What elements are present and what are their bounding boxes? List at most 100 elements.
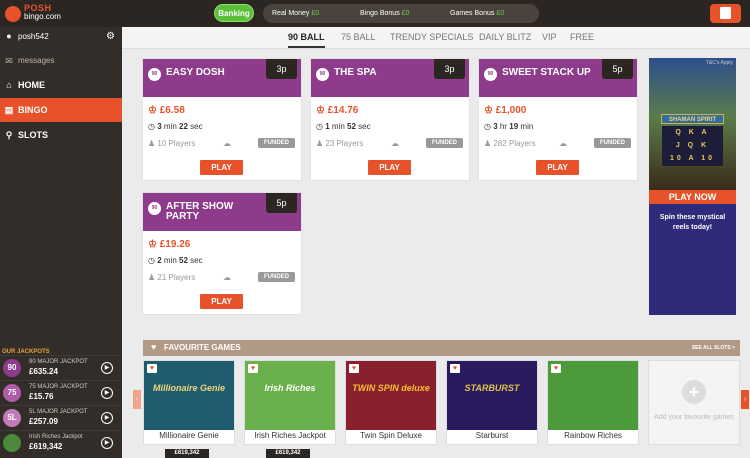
user-icon: ●: [6, 31, 12, 41]
balances-bar[interactable]: Real Money £0 Bingo Bonus £0 Games Bonus…: [263, 4, 539, 23]
play-button[interactable]: PLAY: [200, 294, 243, 309]
tab-vip[interactable]: VIP: [542, 27, 557, 48]
banking-button[interactable]: Banking: [214, 4, 254, 22]
messages-label: messages: [18, 56, 55, 65]
favourite-game-tile[interactable]: TWIN SPIN deluxe ♥ Twin Spin Deluxe: [345, 360, 437, 445]
heart-icon: ♥: [151, 342, 157, 352]
promo-tagline: Spin these mystical reels today!: [659, 214, 726, 231]
play-now-button[interactable]: PLAY NOW: [649, 190, 736, 204]
messages-link[interactable]: ✉ messages: [0, 56, 122, 68]
tab-trendy-specials[interactable]: TRENDY SPECIALS: [390, 27, 473, 48]
favourite-game-tile[interactable]: Irish Riches ♥ Irish Riches Jackpot: [244, 360, 336, 445]
favourite-game-tile[interactable]: Millionaire Genie ♥ Millionaire Genie: [143, 360, 235, 445]
game-name: Starburst: [475, 431, 509, 440]
funded-badge: FUNDED: [258, 138, 295, 148]
room-start-time: ◷ 2 min 52 sec: [148, 256, 203, 265]
tab-free[interactable]: FREE: [570, 27, 594, 48]
players-icon: ♟: [484, 139, 492, 148]
games-bonus-balance: Games Bonus £0: [450, 10, 505, 17]
tab-75-ball[interactable]: 75 BALL: [341, 27, 376, 48]
jackpot-row[interactable]: 5L 5L MAJOR JACKPOT £257.09 ▶: [0, 405, 122, 429]
promo-banner[interactable]: T&C's Apply SHAMAN SPIRIT Q K AJ Q K 10 A…: [649, 58, 736, 315]
trophy-icon: ♔: [148, 105, 157, 116]
jackpot-badge: 90: [3, 359, 21, 377]
game-jackpot-badge: £619,342: [165, 449, 209, 458]
play-button[interactable]: PLAY: [536, 160, 579, 175]
promo-terms[interactable]: T&C's Apply: [706, 60, 733, 66]
bingo-room-card: 90 SWEET STACK UP 5p ♔ £1,000 ◷ 3 hr 19 min ♟…: [478, 58, 638, 181]
see-all-slots-link[interactable]: SEE ALL SLOTS >: [692, 345, 735, 351]
game-logo-art: TWIN SPIN deluxe: [352, 383, 430, 393]
players-icon: ♟: [148, 273, 156, 282]
play-circle-icon[interactable]: ▶: [101, 412, 113, 424]
room-jackpot: ♔ £19.26: [148, 239, 191, 250]
nav-home-label: HOME: [18, 80, 45, 90]
chat-icon: ☁: [559, 139, 567, 148]
favourite-game-tile[interactable]: STARBURST ♥ Starburst: [446, 360, 538, 445]
favourite-game-tile[interactable]: ♥ Rainbow Riches: [547, 360, 639, 445]
ticket-price: 3p: [434, 59, 465, 79]
play-button[interactable]: PLAY: [200, 160, 243, 175]
logo-subtext: bingo.com: [24, 12, 61, 21]
play-circle-icon[interactable]: ▶: [101, 437, 113, 449]
game-thumbnail[interactable]: [245, 361, 335, 430]
ball-type-icon: 90: [148, 202, 161, 215]
game-logo-art: STARBURST: [464, 383, 520, 393]
tab-90-ball[interactable]: 90 BALL: [288, 27, 325, 48]
game-thumbnail[interactable]: [548, 361, 638, 430]
jackpot-name: Irish Riches Jackpot: [29, 434, 83, 440]
room-players: ♟ 23 Players: [316, 139, 364, 148]
jackpot-badge: 5L: [3, 409, 21, 427]
gift-icon[interactable]: [710, 4, 741, 23]
players-icon: ♟: [316, 139, 324, 148]
jackpot-name: 5L MAJOR JACKPOT: [29, 409, 88, 415]
home-icon: ⌂: [6, 80, 12, 90]
nav-slots[interactable]: ⚲ SLOTS: [0, 123, 122, 147]
favourite-heart-icon[interactable]: ♥: [551, 364, 561, 373]
bingo-ticket-icon: ▤: [4, 105, 14, 115]
favourite-heart-icon[interactable]: ♥: [450, 364, 460, 373]
room-header: 90 THE SPA 3p: [311, 59, 469, 97]
game-name: Rainbow Riches: [564, 431, 622, 440]
game-name: Irish Riches Jackpot: [254, 431, 326, 440]
game-thumbnail[interactable]: [447, 361, 537, 430]
trophy-icon: ♔: [316, 105, 325, 116]
site-logo[interactable]: POSH bingo.com: [5, 3, 61, 25]
carousel-next-button[interactable]: ›: [741, 390, 749, 409]
tab-daily-blitz[interactable]: DAILY BLITZ: [479, 27, 531, 48]
play-circle-icon[interactable]: ▶: [101, 387, 113, 399]
bingo-room-card: 90 THE SPA 3p ♔ £14.76 ◷ 1 min 52 sec ♟ 23 Pl…: [310, 58, 470, 181]
jackpot-badge: 75: [3, 384, 21, 402]
bingo-tabs: 90 BALL 75 BALL TRENDY SPECIALS DAILY BL…: [122, 27, 750, 49]
jackpot-amount: £619,342: [29, 442, 63, 451]
room-title: EASY DOSH: [166, 67, 225, 78]
jackpot-row[interactable]: 90 90 MAJOR JACKPOT £635.24 ▶: [0, 355, 122, 379]
nav-bingo-label: BINGO: [18, 105, 48, 115]
ball-type-icon: 90: [148, 68, 161, 81]
chat-icon: ☁: [223, 139, 231, 148]
favourite-heart-icon[interactable]: ♥: [248, 364, 258, 373]
bingo-bonus-balance: Bingo Bonus £0: [360, 10, 410, 17]
jackpot-name: 75 MAJOR JACKPOT: [29, 384, 88, 390]
nav-home[interactable]: ⌂ HOME: [0, 73, 122, 97]
clock-icon: ◷: [316, 122, 323, 131]
nav-bingo[interactable]: ▤ BINGO: [0, 98, 122, 122]
carousel-prev-button[interactable]: ‹: [133, 390, 141, 409]
jackpot-name: 90 MAJOR JACKPOT: [29, 359, 88, 365]
nav-slots-label: SLOTS: [18, 130, 49, 140]
jackpot-row[interactable]: 75 75 MAJOR JACKPOT £15.76 ▶: [0, 380, 122, 404]
funded-badge: FUNDED: [258, 272, 295, 282]
play-circle-icon[interactable]: ▶: [101, 362, 113, 374]
favourite-heart-icon[interactable]: ♥: [349, 364, 359, 373]
favourite-heart-icon[interactable]: ♥: [147, 364, 157, 373]
user-row[interactable]: ● posh542 ⚙: [0, 31, 122, 45]
trophy-icon: ♔: [484, 105, 493, 116]
jackpot-row[interactable]: Irish Riches Jackpot £619,342 ▶: [0, 430, 122, 454]
add-favourite-tile[interactable]: + Add your favourite games: [648, 360, 740, 445]
ticket-price: 3p: [266, 59, 297, 79]
settings-gear-icon[interactable]: ⚙: [106, 31, 115, 42]
game-thumbnail[interactable]: [144, 361, 234, 430]
play-button[interactable]: PLAY: [368, 160, 411, 175]
real-money-balance: Real Money £0: [272, 10, 320, 17]
game-thumbnail[interactable]: [346, 361, 436, 430]
